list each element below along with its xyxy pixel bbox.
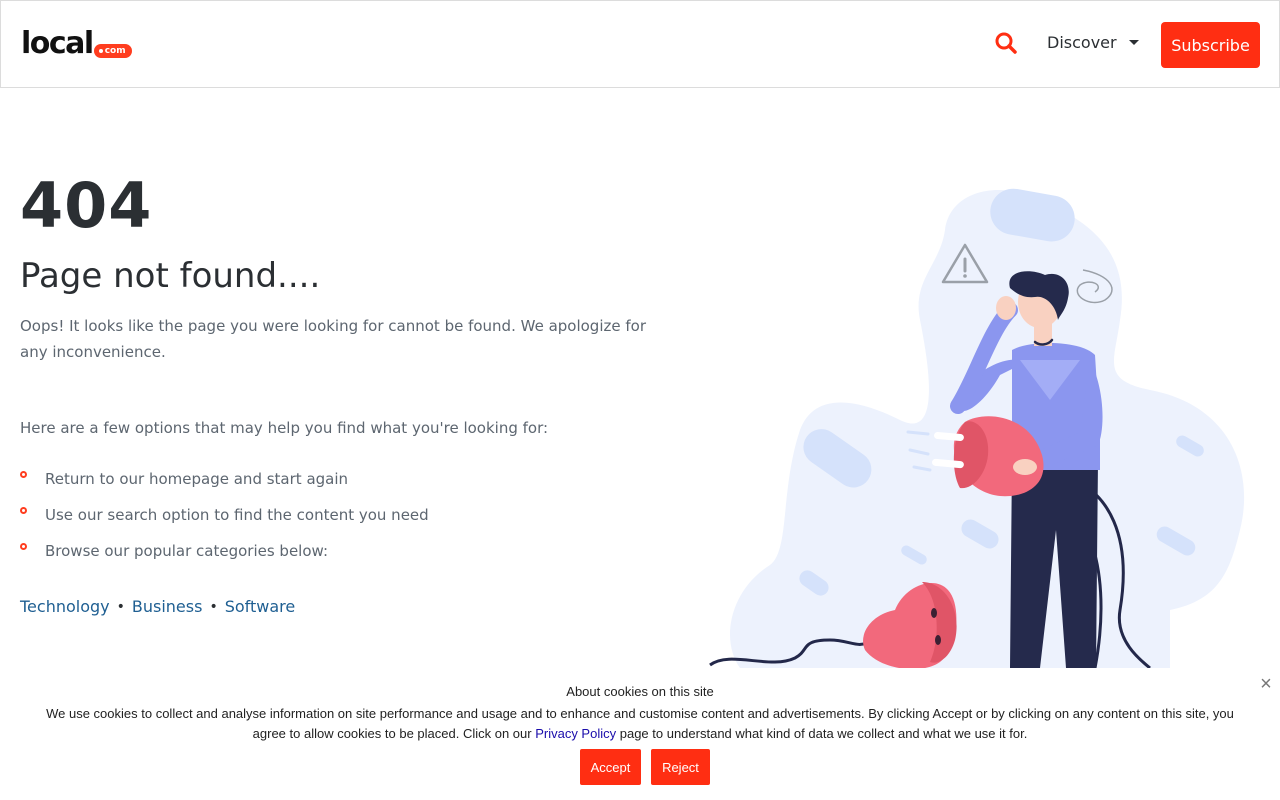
cookie-title: About cookies on this site	[566, 684, 714, 699]
subscribe-button[interactable]: Subscribe	[1161, 22, 1260, 68]
close-icon[interactable]: ×	[1256, 674, 1276, 694]
cookie-text: We use cookies to collect and analyse in…	[40, 704, 1240, 744]
site-logo[interactable]: local com	[21, 29, 132, 59]
cookie-banner: About cookies on this site We use cookie…	[0, 668, 1280, 800]
error-code: 404	[20, 169, 153, 242]
option-text: Return to our homepage and start again	[45, 470, 349, 488]
options-intro: Here are a few options that may help you…	[20, 419, 549, 437]
list-item: Use our search option to find the conten…	[20, 502, 429, 538]
search-icon[interactable]	[991, 29, 1021, 59]
site-header: local com Discover Subscribe	[0, 0, 1280, 88]
bullet-icon	[20, 543, 27, 550]
discover-label: Discover	[1047, 33, 1117, 52]
logo-wordmark: local	[21, 26, 94, 61]
separator-dot: •	[116, 599, 125, 615]
bullet-icon	[20, 471, 27, 478]
apology-text: Oops! It looks like the page you were lo…	[20, 317, 646, 361]
reject-cookies-button[interactable]: Reject	[651, 749, 710, 785]
separator-dot: •	[209, 599, 218, 615]
options-list: Return to our homepage and start again U…	[20, 466, 429, 574]
category-link-software[interactable]: Software	[225, 595, 296, 619]
accept-cookies-button[interactable]: Accept	[580, 749, 641, 785]
unplugged-illustration	[709, 188, 1245, 668]
logo-domain-badge: com	[93, 44, 132, 58]
option-text: Browse our popular categories below:	[45, 542, 329, 560]
category-links: Technology • Business • Software	[20, 595, 295, 619]
discover-menu[interactable]: Discover	[1047, 33, 1139, 52]
list-item: Browse our popular categories below:	[20, 538, 429, 574]
cookie-text-after: page to understand what kind of data we …	[616, 726, 1028, 741]
privacy-policy-link[interactable]: Privacy Policy	[535, 726, 616, 741]
list-item: Return to our homepage and start again	[20, 466, 429, 502]
category-link-business[interactable]: Business	[132, 595, 203, 619]
logo-domain-text: com	[104, 46, 126, 56]
page-title: Page not found....	[20, 256, 321, 296]
bullet-icon	[20, 507, 27, 514]
category-link-technology[interactable]: Technology	[20, 595, 110, 619]
option-text: Use our search option to find the conten…	[45, 506, 429, 524]
caret-down-icon	[1128, 40, 1139, 45]
